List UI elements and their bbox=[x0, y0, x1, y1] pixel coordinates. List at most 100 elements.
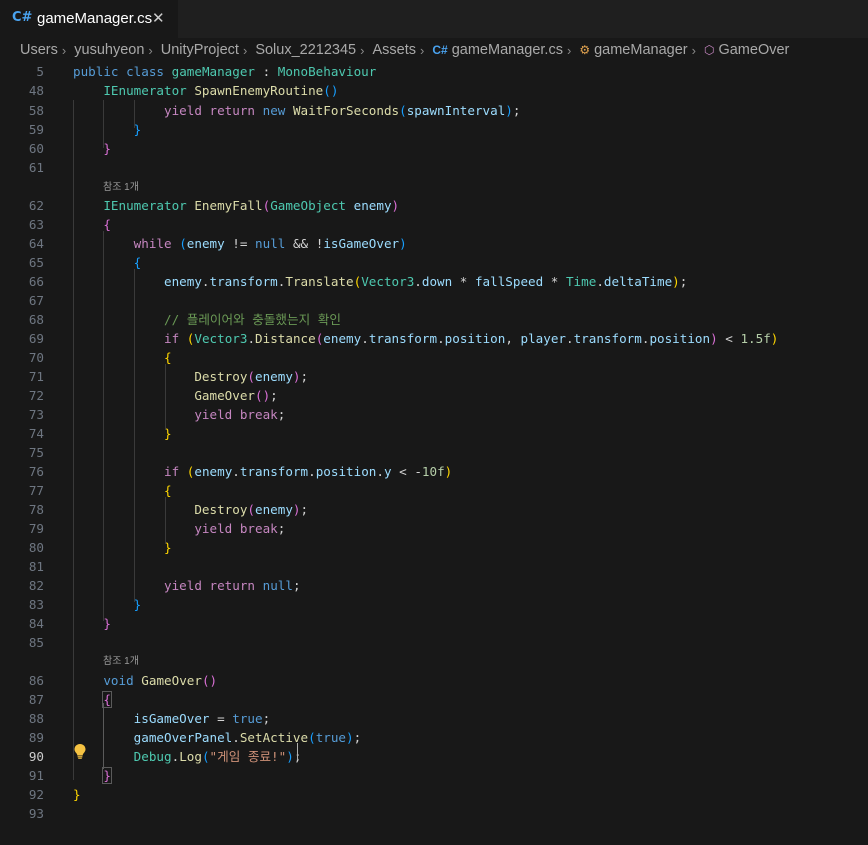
breadcrumb-item[interactable]: UnityProject bbox=[161, 42, 239, 58]
code-line[interactable]: 72 GameOver(); bbox=[0, 386, 868, 405]
code-token: return bbox=[209, 578, 256, 593]
breadcrumb-item[interactable]: Users bbox=[20, 42, 58, 58]
code-token: enemy bbox=[255, 369, 293, 384]
code-token: "게임 종료!" bbox=[209, 749, 287, 764]
code-line[interactable]: 67 bbox=[0, 291, 868, 310]
line-number: 73 bbox=[28, 407, 44, 422]
code-token: * bbox=[543, 274, 566, 289]
code-line[interactable]: 75 bbox=[0, 443, 868, 462]
sticky-scroll-line[interactable]: 48 IEnumerator SpawnEnemyRoutine() bbox=[0, 81, 868, 100]
code-token: ( bbox=[247, 502, 255, 517]
breadcrumb-item[interactable]: yusuhyeon bbox=[74, 42, 144, 58]
code-token: null bbox=[262, 578, 293, 593]
code-token: ; bbox=[353, 730, 362, 745]
code-line[interactable]: 83 } bbox=[0, 595, 868, 614]
indent-guide bbox=[165, 364, 166, 430]
close-icon[interactable]: ✕ bbox=[152, 9, 165, 27]
code-line[interactable]: 85 bbox=[0, 633, 868, 652]
code-line[interactable]: 79 yield break; bbox=[0, 519, 868, 538]
code-line[interactable]: 92} bbox=[0, 785, 868, 804]
code-text: { bbox=[73, 690, 112, 709]
code-text: } bbox=[73, 595, 142, 614]
code-line[interactable]: 69 if (Vector3.Distance(enemy.transform.… bbox=[0, 329, 868, 348]
breadcrumb-item[interactable]: gameManager bbox=[594, 42, 688, 58]
code-token: 1.5f bbox=[740, 331, 771, 346]
line-number: 70 bbox=[28, 350, 44, 365]
breadcrumb-item[interactable]: Solux_2212345 bbox=[255, 42, 356, 58]
codelens-references[interactable]: 참조 1개 bbox=[103, 178, 139, 193]
code-line[interactable]: 61 bbox=[0, 158, 868, 177]
line-number: 74 bbox=[28, 426, 44, 441]
code-line[interactable]: 68 // 플레이어와 충돌했는지 확인 bbox=[0, 310, 868, 329]
code-line[interactable]: 86 void GameOver() bbox=[0, 671, 868, 690]
code-token: null bbox=[255, 236, 286, 251]
code-line[interactable]: 63 { bbox=[0, 215, 868, 234]
breadcrumb-item[interactable]: gameManager.cs bbox=[452, 42, 563, 58]
code-line[interactable]: 76 if (enemy.transform.position.y < -10f… bbox=[0, 462, 868, 481]
code-line[interactable]: 81 bbox=[0, 557, 868, 576]
code-line[interactable]: 74 } bbox=[0, 424, 868, 443]
code-line[interactable]: 65 { bbox=[0, 253, 868, 272]
code-line[interactable]: 58 yield return new WaitForSeconds(spawn… bbox=[0, 101, 868, 120]
code-text: IEnumerator SpawnEnemyRoutine() bbox=[73, 81, 338, 100]
code-line[interactable]: 60 } bbox=[0, 139, 868, 158]
code-line[interactable]: 70 { bbox=[0, 348, 868, 367]
code-line[interactable]: 64 while (enemy != null && !isGameOver) bbox=[0, 234, 868, 253]
line-number: 81 bbox=[28, 559, 44, 574]
code-line[interactable]: 78 Destroy(enemy); bbox=[0, 500, 868, 519]
code-token: ; bbox=[262, 711, 271, 726]
code-line[interactable]: 82 yield return null; bbox=[0, 576, 868, 595]
code-line[interactable]: 62 IEnumerator EnemyFall(GameObject enem… bbox=[0, 196, 868, 215]
code-text: enemy.transform.Translate(Vector3.down *… bbox=[73, 272, 687, 291]
code-line[interactable]: 66 enemy.transform.Translate(Vector3.dow… bbox=[0, 272, 868, 291]
code-token: ( bbox=[179, 236, 187, 251]
lightbulb-icon[interactable] bbox=[73, 743, 87, 759]
code-line[interactable]: 93 bbox=[0, 804, 868, 823]
code-text: { bbox=[73, 481, 172, 500]
codelens-references[interactable]: 참조 1개 bbox=[103, 652, 139, 667]
code-line[interactable]: 73 yield break; bbox=[0, 405, 868, 424]
breadcrumb-item[interactable]: GameOver bbox=[718, 42, 789, 58]
code-token: ; bbox=[270, 388, 278, 403]
code-token: Translate bbox=[285, 274, 354, 289]
code-line[interactable]: 59 } bbox=[0, 120, 868, 139]
code-token: () bbox=[201, 673, 218, 688]
code-line[interactable]: 77 { bbox=[0, 481, 868, 500]
code-token: break bbox=[239, 407, 278, 422]
code-text: gameOverPanel.SetActive(true); bbox=[73, 728, 362, 747]
code-line[interactable]: 87 { bbox=[0, 690, 868, 709]
code-token: . bbox=[201, 274, 210, 289]
code-token: != bbox=[224, 236, 256, 251]
line-number: 93 bbox=[28, 806, 44, 821]
code-line[interactable]: 91 } bbox=[0, 766, 868, 785]
chevron-right-icon: › bbox=[148, 42, 153, 58]
code-token: gameManager bbox=[171, 64, 256, 79]
text-cursor bbox=[297, 743, 298, 760]
code-token: , bbox=[505, 331, 521, 346]
code-token: public bbox=[73, 64, 119, 79]
code-line[interactable]: 88 isGameOver = true; bbox=[0, 709, 868, 728]
code-line[interactable]: 80 } bbox=[0, 538, 868, 557]
code-token: . bbox=[376, 464, 384, 479]
code-token: ) bbox=[770, 331, 779, 346]
line-number: 58 bbox=[28, 103, 44, 118]
code-token: enemy bbox=[194, 464, 233, 479]
code-token: ) bbox=[292, 369, 301, 384]
tab-gamemanager[interactable]: C# gameManager.cs ✕ bbox=[0, 0, 178, 38]
code-token: Distance bbox=[255, 331, 316, 346]
code-line[interactable]: 71 Destroy(enemy); bbox=[0, 367, 868, 386]
sticky-scroll-line[interactable]: 5 public class gameManager : MonoBehaviou… bbox=[0, 62, 868, 81]
code-token: enemy bbox=[164, 274, 202, 289]
code-line[interactable]: 84 } bbox=[0, 614, 868, 633]
code-line[interactable]: 90 Debug.Log("게임 종료!"); bbox=[0, 747, 868, 766]
breadcrumb-item[interactable]: Assets bbox=[372, 42, 416, 58]
code-line[interactable]: 89 gameOverPanel.SetActive(true); bbox=[0, 728, 868, 747]
indent-guide bbox=[73, 100, 74, 780]
code-token: ( bbox=[308, 730, 316, 745]
